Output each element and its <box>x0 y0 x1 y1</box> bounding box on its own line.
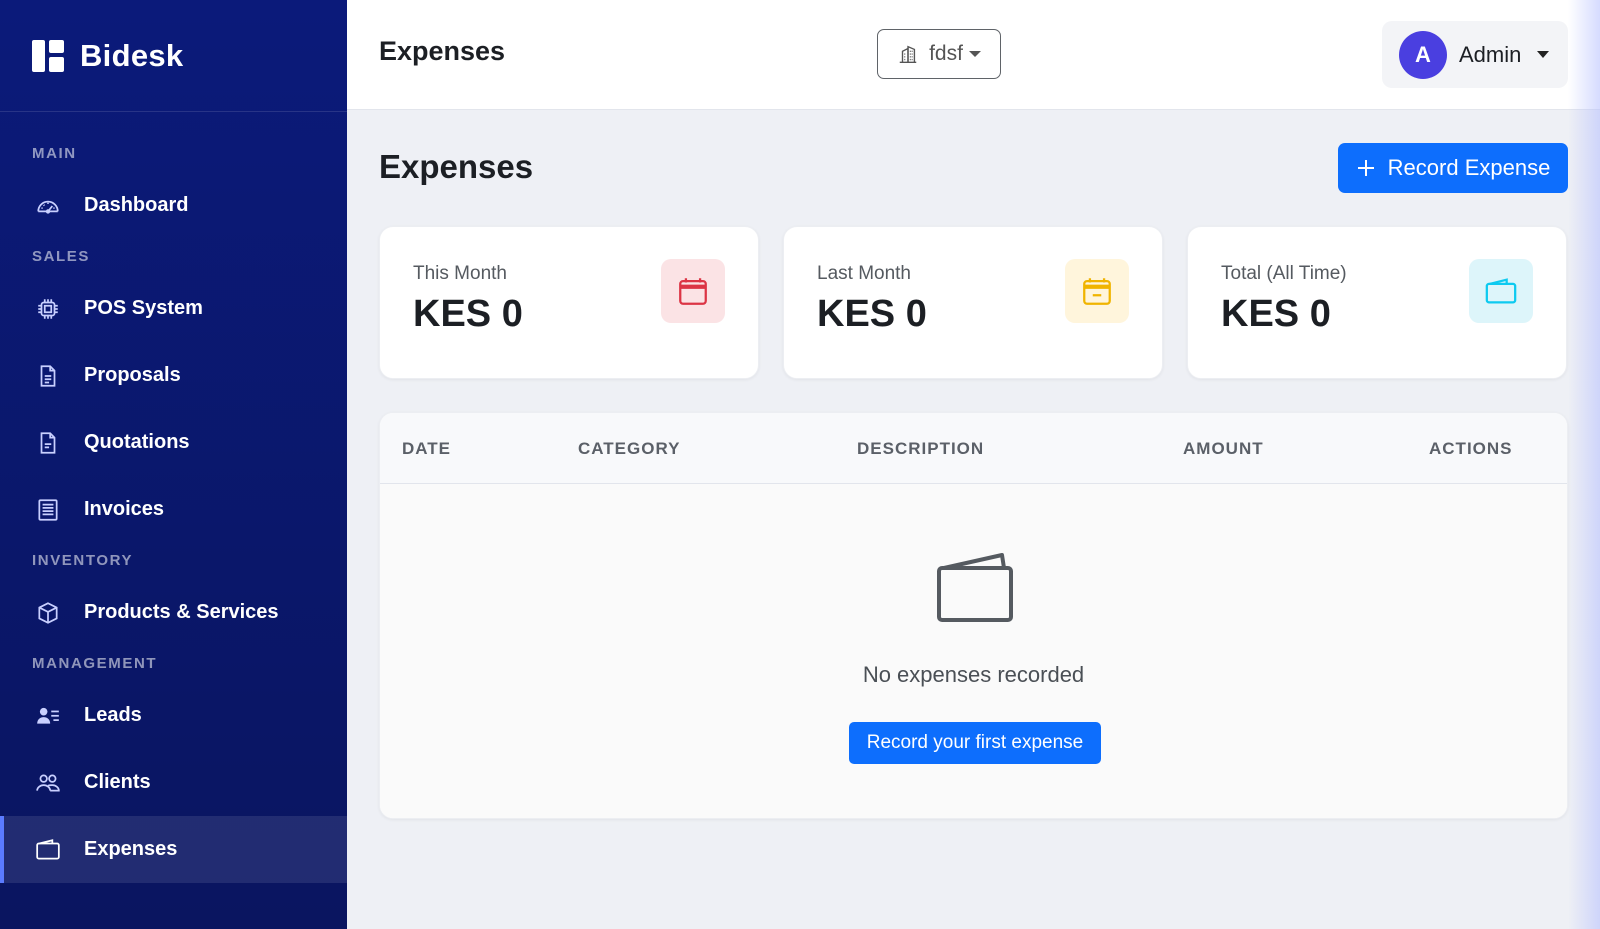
table-body: No expenses recorded Record your first e… <box>380 484 1567 818</box>
sidebar-item-label: Expenses <box>84 838 178 860</box>
people-icon <box>34 769 62 797</box>
header-title: Expenses <box>379 36 506 66</box>
sidebar-item-label: Products & Services <box>84 601 279 623</box>
nav-section-sales: SALES <box>32 248 91 265</box>
sidebar-item-label: Invoices <box>84 498 165 520</box>
record-first-expense-button[interactable]: Record your first expense <box>849 722 1101 764</box>
expenses-table: DATE CATEGORY DESCRIPTION AMOUNT ACTIONS… <box>379 412 1568 819</box>
sidebar: Bidesk MAIN Dashboard SALES POS System P… <box>0 0 347 929</box>
building-icon <box>897 43 919 65</box>
page-title: Expenses <box>379 148 534 185</box>
sidebar-item-label: Clients <box>84 771 151 793</box>
brand-name: Bidesk <box>80 37 184 73</box>
sidebar-item-label: Leads <box>84 704 142 726</box>
calendar-icon <box>661 259 725 323</box>
stat-value: KES 0 <box>1221 293 1331 335</box>
wallet-icon <box>936 552 1014 629</box>
branch-selector[interactable]: fdsf <box>877 29 1001 79</box>
sidebar-item-expenses[interactable]: Expenses <box>0 816 347 883</box>
column-header-description[interactable]: DESCRIPTION <box>857 439 984 459</box>
stat-value: KES 0 <box>413 293 523 335</box>
chevron-down-icon <box>968 51 981 57</box>
stat-card-this-month: This Month KES 0 <box>379 226 759 379</box>
caret-down-icon <box>1537 51 1550 58</box>
wallet-icon <box>1469 259 1533 323</box>
brand[interactable]: Bidesk <box>0 0 347 112</box>
avatar: A <box>1399 30 1447 79</box>
person-lines-icon <box>34 702 62 730</box>
sidebar-item-label: POS System <box>84 297 203 319</box>
column-header-actions: ACTIONS <box>1429 439 1513 458</box>
sidebar-item-leads[interactable]: Leads <box>0 682 347 749</box>
sidebar-item-products[interactable]: Products & Services <box>0 579 347 646</box>
sidebar-item-pos[interactable]: POS System <box>0 275 347 342</box>
sidebar-nav: MAIN Dashboard SALES POS System Proposal… <box>0 112 347 883</box>
nav-section-management: MANAGEMENT <box>32 655 158 672</box>
stat-value: KES 0 <box>817 293 927 335</box>
nav-section-inventory: INVENTORY <box>32 552 134 569</box>
user-name: Admin <box>1459 41 1522 67</box>
sidebar-item-label: Dashboard <box>84 194 189 216</box>
record-expense-label: Record Expense <box>1387 155 1551 180</box>
wallet-icon <box>34 836 62 864</box>
nav-section-main: MAIN <box>32 145 77 162</box>
sidebar-item-proposals[interactable]: Proposals <box>0 342 347 409</box>
box-icon <box>34 599 62 627</box>
stat-label: Total (All Time) <box>1221 263 1347 284</box>
receipt-icon <box>34 496 62 524</box>
branch-name: fdsf <box>929 42 963 65</box>
table-header: DATE CATEGORY DESCRIPTION AMOUNT ACTIONS <box>380 413 1567 484</box>
speedometer-icon <box>34 192 62 220</box>
stat-label: Last Month <box>817 263 911 284</box>
record-expense-button[interactable]: Record Expense <box>1338 143 1568 193</box>
top-header: Expenses fdsf A Admin <box>347 0 1600 110</box>
plus-icon <box>1356 158 1376 178</box>
sidebar-item-dashboard[interactable]: Dashboard <box>0 172 347 239</box>
file-icon <box>34 429 62 457</box>
sidebar-item-invoices[interactable]: Invoices <box>0 476 347 543</box>
stat-card-last-month: Last Month KES 0 <box>783 226 1163 379</box>
stat-label: This Month <box>413 263 507 284</box>
stat-card-total: Total (All Time) KES 0 <box>1187 226 1567 379</box>
cpu-icon <box>34 295 62 323</box>
user-menu[interactable]: A Admin <box>1382 21 1568 88</box>
file-text-icon <box>34 362 62 390</box>
column-header-date[interactable]: DATE <box>402 439 451 459</box>
sidebar-item-clients[interactable]: Clients <box>0 749 347 816</box>
column-header-amount[interactable]: AMOUNT <box>1183 439 1264 459</box>
bidesk-logo-icon <box>32 39 64 72</box>
column-header-category[interactable]: CATEGORY <box>578 439 680 459</box>
empty-state-text: No expenses recorded <box>862 662 1085 687</box>
sidebar-item-label: Quotations <box>84 431 190 453</box>
calendar-minus-icon <box>1065 259 1129 323</box>
edge-glow <box>1568 0 1600 929</box>
sidebar-item-quotations[interactable]: Quotations <box>0 409 347 476</box>
sidebar-item-label: Proposals <box>84 364 181 386</box>
